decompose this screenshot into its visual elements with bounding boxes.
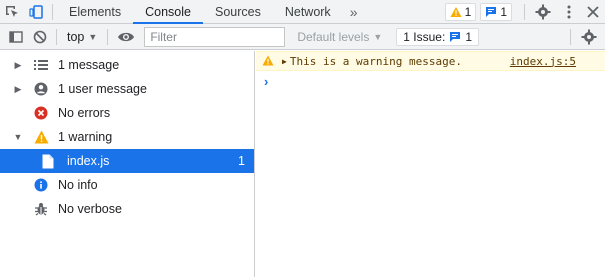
issue-count: 1 [465, 29, 472, 44]
tab-label: Network [284, 4, 331, 19]
divider [570, 28, 571, 45]
context-label: top [67, 29, 85, 44]
tab-label: Console [145, 4, 191, 19]
caret-down-icon: ▼ [373, 31, 383, 42]
tab-label: Elements [69, 4, 122, 19]
sidebar-item-index-js[interactable]: index.js 1 [0, 149, 254, 173]
tab-network[interactable]: Network [273, 0, 343, 23]
gear-icon [535, 4, 551, 19]
tab-console[interactable]: Console [133, 0, 203, 24]
more-options-button[interactable] [557, 0, 581, 23]
messages-badge[interactable]: 1 [480, 2, 512, 21]
eye-icon [118, 32, 135, 41]
sidebar-item-label: No errors [58, 106, 111, 120]
sidebar-item-label: No verbose [58, 202, 122, 216]
clear-icon [33, 30, 47, 43]
context-selector[interactable]: top ▼ [61, 30, 103, 44]
sidebar-item-count: 1 [238, 154, 245, 168]
source-link[interactable]: index.js:5 [510, 55, 576, 68]
kebab-menu-icon [567, 5, 571, 18]
toggle-sidebar-button[interactable] [4, 25, 28, 48]
close-devtools-button[interactable] [581, 0, 605, 23]
divider [524, 3, 525, 20]
device-toolbar-icon[interactable] [24, 0, 48, 23]
collapse-arrow-icon[interactable]: ▼ [12, 132, 24, 142]
warnings-count: 1 [464, 4, 472, 19]
divider [52, 3, 53, 20]
console-toolbar: top ▼ Filter Default levels ▼ 1 Issue: 1 [0, 24, 605, 50]
filter-placeholder: Filter [150, 29, 177, 44]
sidebar-icon [9, 30, 23, 43]
sidebar-item-info[interactable]: No info [0, 173, 254, 197]
warning-icon [450, 6, 462, 17]
message-icon [450, 31, 461, 42]
filter-input[interactable]: Filter [144, 26, 286, 47]
sidebar-item-errors[interactable]: No errors [0, 101, 254, 125]
more-tabs-button[interactable]: » [343, 0, 365, 23]
tabbar-right-group: 1 1 [444, 0, 605, 23]
console-sidebar: ▶ 1 message ▶ 1 user message No errors ▼… [0, 51, 255, 277]
info-icon [33, 177, 49, 193]
log-levels-dropdown[interactable]: Default levels ▼ [297, 30, 382, 44]
expand-arrow-icon[interactable]: ▶ [282, 57, 287, 66]
sidebar-item-label: 1 message [58, 58, 120, 72]
sidebar-item-label: 1 user message [58, 82, 147, 96]
prompt-chevron-icon: › [264, 73, 269, 89]
sidebar-item-verbose[interactable]: No verbose [0, 197, 254, 221]
expand-arrow-icon[interactable]: ▶ [12, 60, 24, 71]
warning-text: This is a warning message. [289, 54, 463, 68]
divider [107, 28, 109, 45]
console-settings-button[interactable] [577, 25, 601, 48]
tab-label: Sources [214, 4, 261, 19]
warning-icon [262, 55, 274, 67]
issues-button[interactable]: 1 Issue: 1 [396, 27, 479, 46]
sidebar-item-messages[interactable]: ▶ 1 message [0, 53, 254, 77]
expand-arrow-icon[interactable]: ▶ [12, 84, 24, 95]
clear-console-button[interactable] [28, 25, 52, 48]
settings-button[interactable] [529, 0, 557, 23]
bug-icon [33, 201, 49, 217]
sidebar-item-user-messages[interactable]: ▶ 1 user message [0, 77, 254, 101]
sidebar-item-warnings[interactable]: ▼ 1 warning [0, 125, 254, 149]
messages-count: 1 [500, 4, 507, 19]
close-icon [587, 5, 599, 18]
live-expression-button[interactable] [112, 25, 140, 48]
warning-icon [33, 129, 49, 145]
message-icon [486, 6, 497, 17]
issue-label: 1 Issue: [403, 29, 446, 44]
tab-sources[interactable]: Sources [203, 0, 273, 23]
sidebar-item-label: index.js [67, 154, 110, 168]
user-icon [33, 81, 49, 97]
divider [56, 28, 57, 45]
tab-elements[interactable]: Elements [57, 0, 133, 23]
warnings-badge[interactable]: 1 [444, 2, 477, 21]
file-icon [40, 153, 56, 169]
sidebar-item-label: No info [58, 178, 98, 192]
console-output: ▶ This is a warning message. index.js:5 … [256, 51, 605, 277]
error-icon [33, 105, 49, 121]
sidebar-item-label: 1 warning [58, 130, 113, 144]
gear-icon [581, 29, 597, 44]
inspect-element-icon[interactable] [0, 0, 24, 23]
devtools-tabbar: Elements Console Sources Network » 1 1 [0, 0, 605, 24]
console-prompt[interactable]: › [256, 71, 605, 91]
list-icon [33, 57, 49, 73]
chevron-double-right-icon: » [349, 3, 358, 20]
levels-label: Default levels [297, 29, 370, 44]
caret-down-icon: ▼ [88, 31, 98, 42]
console-warning-message: ▶ This is a warning message. index.js:5 [256, 51, 605, 71]
